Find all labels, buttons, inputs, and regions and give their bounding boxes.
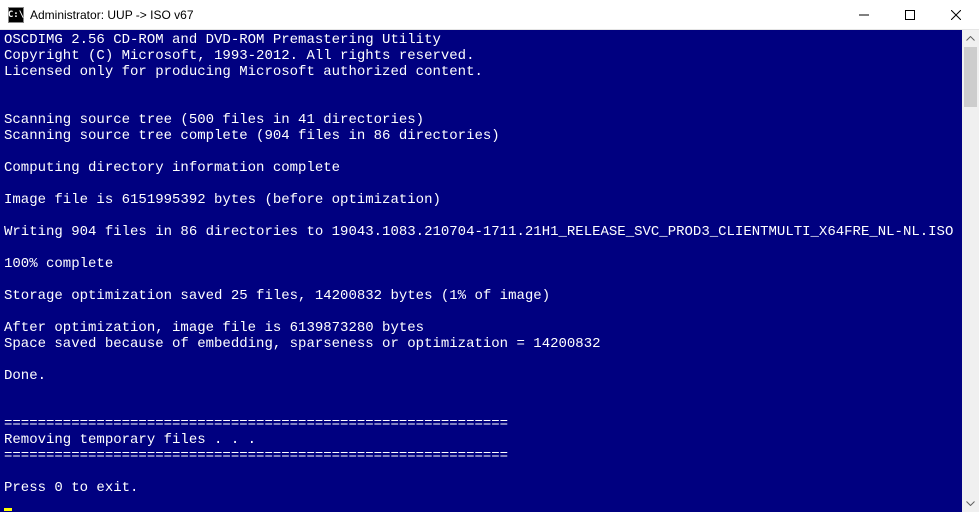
chevron-down-icon <box>966 501 975 506</box>
console-line <box>4 80 958 96</box>
window-title: Administrator: UUP -> ISO v67 <box>30 8 841 22</box>
minimize-button[interactable] <box>841 0 887 29</box>
console-line <box>4 176 958 192</box>
console-line: Computing directory information complete <box>4 160 958 176</box>
scroll-track[interactable] <box>962 47 979 495</box>
console-line: Press 0 to exit. <box>4 480 958 496</box>
console-line: ========================================… <box>4 416 958 432</box>
console-line: After optimization, image file is 613987… <box>4 320 958 336</box>
console-line: ========================================… <box>4 448 958 464</box>
content-row: OSCDIMG 2.56 CD-ROM and DVD-ROM Premaste… <box>0 30 979 512</box>
console-line: Scanning source tree complete (904 files… <box>4 128 958 144</box>
console-line: Writing 904 files in 86 directories to 1… <box>4 224 958 240</box>
chevron-up-icon <box>966 36 975 41</box>
vertical-scrollbar[interactable] <box>962 30 979 512</box>
console-line: Scanning source tree (500 files in 41 di… <box>4 112 958 128</box>
console-line <box>4 272 958 288</box>
console-line: Copyright (C) Microsoft, 1993-2012. All … <box>4 48 958 64</box>
close-button[interactable] <box>933 0 979 29</box>
close-icon <box>951 10 961 20</box>
minimize-icon <box>859 10 869 20</box>
scroll-thumb[interactable] <box>964 47 977 107</box>
maximize-icon <box>905 10 915 20</box>
console-line <box>4 96 958 112</box>
console-line <box>4 384 958 400</box>
console-line <box>4 144 958 160</box>
scroll-down-button[interactable] <box>962 495 979 512</box>
console-line: Storage optimization saved 25 files, 142… <box>4 288 958 304</box>
cmd-icon: C:\ <box>8 7 24 23</box>
console-line: 100% complete <box>4 256 958 272</box>
console-line: Image file is 6151995392 bytes (before o… <box>4 192 958 208</box>
console-line: Space saved because of embedding, sparse… <box>4 336 958 352</box>
console-cursor-line <box>4 496 958 512</box>
maximize-button[interactable] <box>887 0 933 29</box>
console-line <box>4 400 958 416</box>
console-line <box>4 464 958 480</box>
console-line: Done. <box>4 368 958 384</box>
console-line <box>4 208 958 224</box>
console-line <box>4 304 958 320</box>
cursor-icon <box>4 508 12 511</box>
window-controls <box>841 0 979 29</box>
console-line: OSCDIMG 2.56 CD-ROM and DVD-ROM Premaste… <box>4 32 958 48</box>
console-line <box>4 352 958 368</box>
titlebar: C:\ Administrator: UUP -> ISO v67 <box>0 0 979 30</box>
console-output[interactable]: OSCDIMG 2.56 CD-ROM and DVD-ROM Premaste… <box>0 30 962 512</box>
console-line: Removing temporary files . . . <box>4 432 958 448</box>
scroll-up-button[interactable] <box>962 30 979 47</box>
console-line: Licensed only for producing Microsoft au… <box>4 64 958 80</box>
console-line <box>4 240 958 256</box>
